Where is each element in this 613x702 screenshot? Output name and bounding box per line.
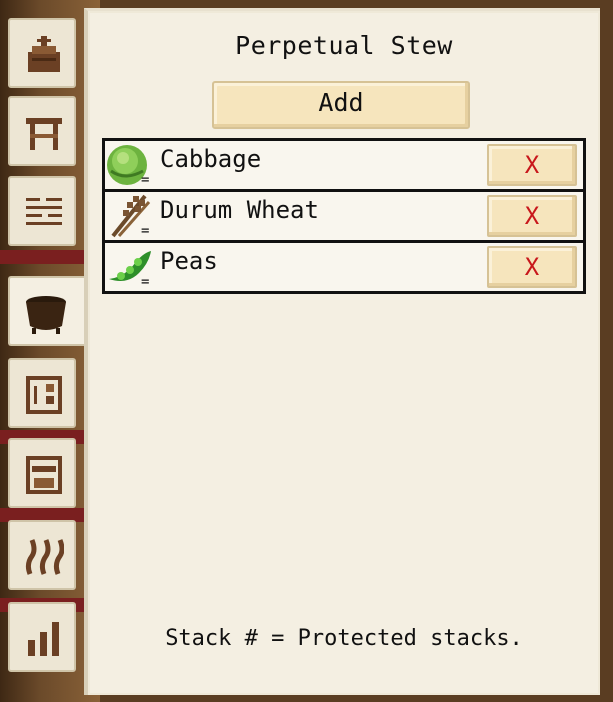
ingredient-name: Peas — [160, 247, 218, 275]
ingredient-row-peas: = Peas X — [102, 240, 586, 294]
ingredient-list: = Cabbage X = Durum Wheat X = Peas X — [102, 138, 586, 294]
tab-oven[interactable] — [8, 438, 76, 508]
protected-stacks-note: Stack # = Protected stacks. — [165, 626, 523, 651]
tab-list[interactable] — [8, 176, 76, 246]
oven-icon — [26, 456, 62, 494]
wheat-icon: = — [105, 192, 157, 240]
stack-mark: = — [141, 274, 150, 290]
storage-icon — [26, 376, 62, 414]
ingredient-name: Durum Wheat — [160, 196, 319, 224]
ingredient-name: Cabbage — [160, 145, 262, 173]
stack-mark: = — [141, 172, 150, 188]
cooking-pot-icon — [26, 296, 66, 334]
shrine-icon — [28, 36, 60, 72]
ingredient-row-cabbage: = Cabbage X — [102, 138, 586, 192]
remove-cabbage-button[interactable]: X — [487, 144, 577, 186]
cabbage-icon: = — [105, 141, 157, 189]
tab-table[interactable] — [8, 96, 76, 166]
add-button[interactable]: Add — [212, 81, 470, 129]
ingredient-row-durum-wheat: = Durum Wheat X — [102, 189, 586, 243]
remove-durum-wheat-button[interactable]: X — [487, 195, 577, 237]
stew-panel: Perpetual Stew Add = Cabbage X = Durum W… — [84, 8, 600, 695]
peas-icon: = — [105, 243, 157, 291]
tab-storage[interactable] — [8, 358, 76, 428]
list-icon — [26, 198, 62, 225]
stats-icon — [28, 622, 59, 656]
table-icon — [26, 118, 62, 150]
tab-shrine[interactable] — [8, 18, 76, 88]
remove-peas-button[interactable]: X — [487, 246, 577, 288]
tab-cooking-pot[interactable] — [8, 276, 92, 346]
panel-title: Perpetual Stew — [235, 31, 453, 60]
tab-stats[interactable] — [8, 602, 76, 672]
stack-mark: = — [141, 223, 150, 239]
tab-heat[interactable] — [8, 520, 76, 590]
heat-icon — [25, 539, 64, 575]
